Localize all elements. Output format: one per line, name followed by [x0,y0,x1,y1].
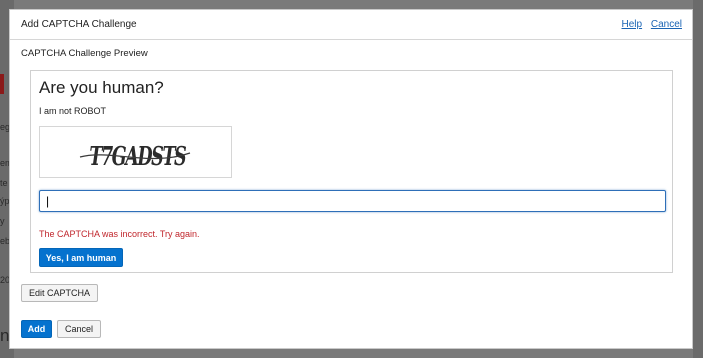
dialog-header: Add CAPTCHA Challenge Help Cancel [10,10,692,40]
background-right-strip [693,0,703,358]
captcha-error-message: The CAPTCHA was incorrect. Try again. [39,229,200,239]
background-text: te [0,178,8,188]
captcha-preview-panel: Are you human? I am not ROBOT T7GADSTS T… [30,70,673,273]
cancel-link[interactable]: Cancel [651,19,682,30]
captcha-subtext: I am not ROBOT [39,106,107,116]
captcha-image: T7GADSTS [39,126,232,178]
cancel-button[interactable]: Cancel [57,320,101,338]
help-link[interactable]: Help [622,19,643,30]
dialog-header-links: Help Cancel [616,19,683,30]
add-button[interactable]: Add [21,320,52,338]
add-captcha-dialog: Add CAPTCHA Challenge Help Cancel CAPTCH… [9,9,693,349]
edit-captcha-button[interactable]: Edit CAPTCHA [21,284,98,302]
background-text: y [0,216,5,226]
dialog-title: Add CAPTCHA Challenge [21,19,137,30]
captcha-image-text: T7GADSTS [87,141,188,172]
captcha-heading: Are you human? [39,78,164,97]
captcha-answer-input[interactable] [39,190,666,212]
background-red-marker [0,74,4,94]
confirm-human-button[interactable]: Yes, I am human [39,248,123,267]
preview-section-title: CAPTCHA Challenge Preview [21,48,148,59]
